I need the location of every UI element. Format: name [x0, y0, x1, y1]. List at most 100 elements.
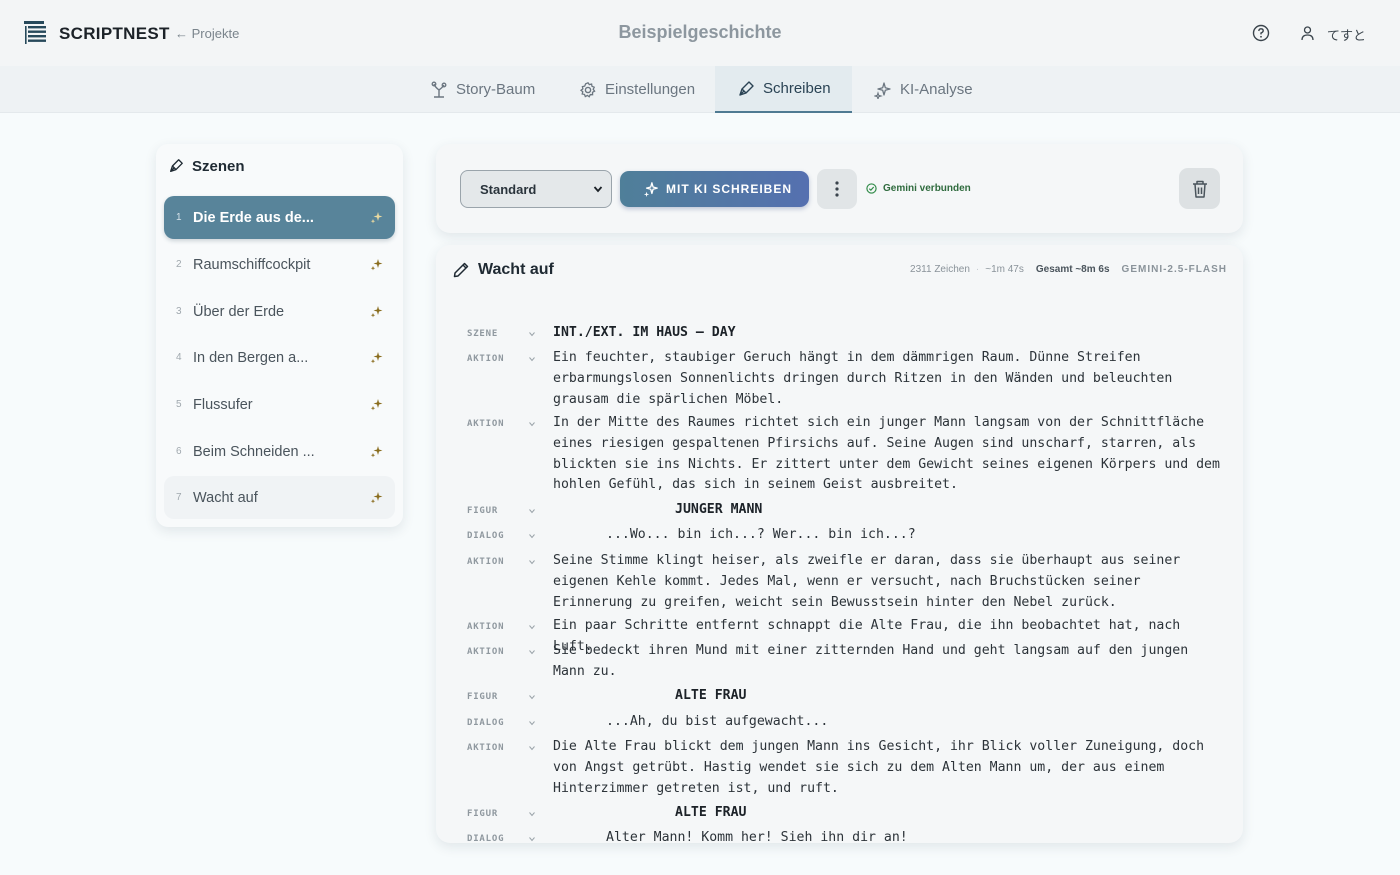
line-text[interactable]: Ein feuchter, staubiger Geruch hängt in …: [553, 348, 1221, 410]
scene-item[interactable]: 4 In den Bergen a...: [164, 336, 395, 379]
line-type-label[interactable]: FIGUR: [467, 809, 498, 819]
tab-label: KI-Analyse: [900, 81, 973, 98]
top-bar: SCRIPTNEST ← Projekte Beispielgeschichte…: [0, 0, 1400, 66]
total-duration: Gesamt ~8m 6s: [1035, 264, 1110, 275]
chevron-down-icon[interactable]: [528, 744, 536, 752]
line-text[interactable]: Sie bedeckt ihren Mund mit einer zittern…: [553, 641, 1221, 683]
tab-bar: Story-Baum Einstellungen Schreiben KI-An…: [0, 66, 1400, 113]
scene-number: 3: [176, 306, 182, 317]
ai-generated-icon: [370, 399, 383, 411]
line-type-label[interactable]: AKTION: [467, 419, 504, 429]
ai-generated-icon: [370, 446, 383, 458]
line-text[interactable]: ALTE FRAU: [675, 803, 1243, 824]
chevron-down-icon[interactable]: [528, 719, 536, 727]
ai-generated-icon: [370, 259, 383, 271]
line-type-label[interactable]: FIGUR: [467, 692, 498, 702]
chevron-down-icon[interactable]: [528, 810, 536, 818]
tab-settings[interactable]: Einstellungen: [579, 66, 715, 113]
scene-item[interactable]: 2 Raumschiffcockpit: [164, 243, 395, 286]
scene-label: Über der Erde: [193, 303, 285, 320]
pen-icon: [170, 159, 183, 172]
chevron-down-icon[interactable]: [528, 355, 536, 363]
line-text[interactable]: ...Wo... bin ich...? Wer... bin ich...?: [606, 525, 1243, 546]
user-icon[interactable]: [1300, 25, 1315, 41]
scene-item[interactable]: 5 Flussufer: [164, 383, 395, 426]
scene-label: Beim Schneiden ...: [193, 443, 315, 460]
scene-item[interactable]: 3 Über der Erde: [164, 290, 395, 333]
connection-status: Gemini verbunden: [866, 183, 971, 194]
line-type-label[interactable]: DIALOG: [467, 531, 504, 541]
tab-write[interactable]: Schreiben: [715, 66, 852, 113]
chevron-down-icon[interactable]: [528, 532, 536, 540]
pen-icon: [739, 80, 754, 96]
line-type-label[interactable]: AKTION: [467, 622, 504, 632]
scene-number: 6: [176, 446, 182, 457]
script-editor[interactable]: Wacht auf 2311 Zeichen · ~1m 47s Gesamt …: [436, 245, 1243, 843]
more-options-button[interactable]: [817, 169, 857, 209]
ai-generated-icon: [370, 212, 383, 224]
chevron-down-icon[interactable]: [528, 835, 536, 843]
chevron-down-icon[interactable]: [528, 558, 536, 566]
story-title: Beispielgeschichte: [618, 22, 782, 42]
line-type-label[interactable]: AKTION: [467, 354, 504, 364]
scene-number: 5: [176, 399, 182, 410]
scene-title: Wacht auf: [478, 261, 554, 278]
scene-item[interactable]: 1 Die Erde aus de...: [164, 196, 395, 239]
line-text[interactable]: JUNGER MANN: [675, 500, 1243, 521]
ai-write-button[interactable]: MIT KI SCHREIBEN: [620, 171, 809, 207]
help-icon[interactable]: [1252, 24, 1270, 42]
line-text[interactable]: ALTE FRAU: [675, 686, 1243, 707]
line-text[interactable]: Alter Mann! Komm her! Sieh ihn dir an!: [606, 828, 1243, 843]
tab-ai-analysis[interactable]: KI-Analyse: [874, 66, 994, 113]
line-type-label[interactable]: AKTION: [467, 647, 504, 657]
sparkles-icon: [874, 81, 891, 99]
line-text[interactable]: INT./EXT. IM HAUS – DAY: [553, 323, 1221, 344]
line-type-label[interactable]: SZENE: [467, 329, 498, 339]
char-count: 2311 Zeichen: [910, 264, 970, 275]
scene-label: Wacht auf: [193, 489, 258, 506]
tab-label: Einstellungen: [605, 81, 696, 98]
scene-number: 1: [176, 212, 182, 223]
user-name[interactable]: てすと: [1327, 25, 1366, 44]
chevron-down-icon[interactable]: [528, 623, 536, 631]
line-text[interactable]: In der Mitte des Raumes richtet sich ein…: [553, 413, 1221, 496]
delete-scene-button[interactable]: [1179, 168, 1220, 209]
meta-separator: ·: [975, 264, 980, 275]
line-type-label[interactable]: FIGUR: [467, 506, 498, 516]
scenes-panel: Szenen 1 Die Erde aus de... 2 Raumschiffcoc…: [156, 144, 403, 527]
editor-toolbar: Standard MIT KI SCHREIBEN Gemini verbund…: [436, 144, 1243, 233]
scene-duration: ~1m 47s: [985, 264, 1024, 275]
line-text[interactable]: Die Alte Frau blickt dem jungen Mann ins…: [553, 737, 1221, 799]
tab-label: Schreiben: [763, 80, 831, 97]
scene-label: Die Erde aus de...: [193, 209, 314, 226]
chevron-down-icon: [593, 186, 603, 193]
chevron-down-icon[interactable]: [528, 330, 536, 338]
tree-icon: [431, 81, 447, 98]
line-type-label[interactable]: DIALOG: [467, 834, 504, 843]
scene-number: 7: [176, 492, 182, 503]
scene-item[interactable]: 7 Wacht auf: [164, 476, 395, 519]
line-type-label[interactable]: AKTION: [467, 743, 504, 753]
line-type-label[interactable]: DIALOG: [467, 718, 504, 728]
check-circle-icon: [866, 183, 877, 194]
line-type-label[interactable]: AKTION: [467, 557, 504, 567]
chevron-down-icon[interactable]: [528, 648, 536, 656]
trash-icon: [1192, 180, 1207, 198]
scene-number: 2: [176, 259, 182, 270]
chevron-down-icon[interactable]: [528, 420, 536, 428]
tab-label: Story-Baum: [456, 81, 536, 98]
scene-label: Flussufer: [193, 396, 253, 413]
scene-number: 4: [176, 352, 182, 363]
ai-write-label: MIT KI SCHREIBEN: [666, 182, 793, 196]
line-text[interactable]: ...Ah, du bist aufgewacht...: [606, 712, 1243, 733]
tab-story-tree[interactable]: Story-Baum: [430, 66, 555, 113]
ai-generated-icon: [370, 306, 383, 318]
scenes-title: Szenen: [192, 158, 245, 175]
mode-select[interactable]: Standard: [460, 170, 612, 208]
gear-icon: [579, 81, 596, 98]
line-text[interactable]: Seine Stimme klingt heiser, als zweifle …: [553, 551, 1221, 613]
chevron-down-icon[interactable]: [528, 693, 536, 701]
chevron-down-icon[interactable]: [528, 507, 536, 515]
scene-item[interactable]: 6 Beim Schneiden ...: [164, 430, 395, 473]
more-vertical-icon: [835, 181, 839, 197]
